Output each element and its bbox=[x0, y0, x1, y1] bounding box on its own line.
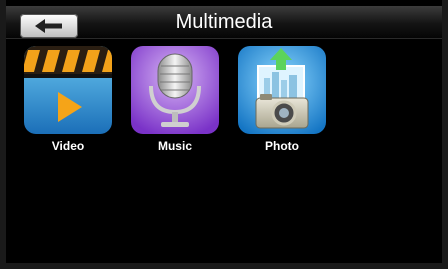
multimedia-screen: Multimedia Video Music Photo bbox=[0, 0, 448, 269]
frame-bottom bbox=[0, 263, 448, 269]
frame-right bbox=[442, 0, 448, 269]
video-clapper-icon bbox=[24, 46, 112, 134]
frame-left bbox=[0, 0, 6, 269]
app-label-music: Music bbox=[157, 139, 192, 153]
app-label-video: Video bbox=[51, 139, 85, 153]
title-bar: Multimedia bbox=[6, 6, 442, 39]
microphone-icon bbox=[131, 46, 219, 134]
back-button[interactable] bbox=[20, 14, 78, 38]
app-label-photo: Photo bbox=[265, 139, 299, 153]
app-photo[interactable]: Photo bbox=[238, 46, 326, 153]
camera-photo-icon bbox=[238, 46, 326, 134]
app-video[interactable]: Video bbox=[24, 46, 112, 153]
back-arrow-icon bbox=[35, 19, 62, 33]
app-music[interactable]: Music bbox=[131, 46, 219, 153]
